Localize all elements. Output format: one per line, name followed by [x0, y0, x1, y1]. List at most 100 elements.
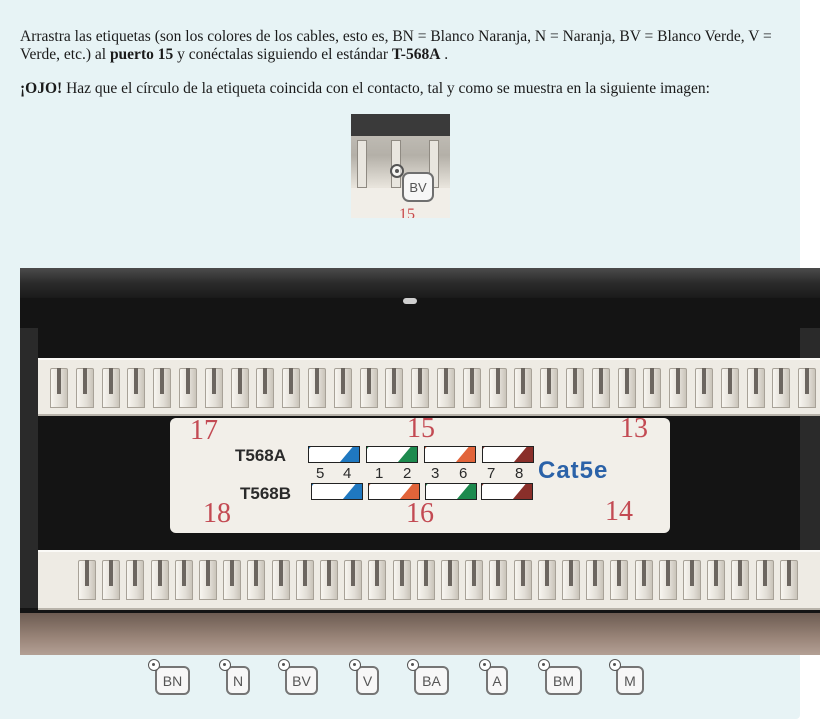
draggable-tag-bn[interactable]: BN [148, 659, 190, 695]
draggable-tag-ba[interactable]: BA [407, 659, 449, 695]
idc-slot [82, 368, 87, 394]
idc-slot [727, 368, 732, 394]
idc-slot [598, 368, 603, 394]
idc-slot [762, 560, 767, 586]
idc-slot [641, 560, 646, 586]
tag-handle-icon[interactable] [538, 659, 550, 671]
example-bezel [351, 114, 450, 136]
color-swatch-green [366, 446, 418, 463]
tag-handle-icon[interactable] [349, 659, 361, 671]
color-swatch-orange [368, 483, 420, 500]
idc-slot [676, 368, 681, 394]
instruction-text: y conéctalas siguiendo el estándar [173, 46, 392, 63]
draggable-tag-a[interactable]: A [479, 659, 508, 695]
idc-slot [544, 560, 549, 586]
idc-slot [302, 560, 307, 586]
example-target-icon [390, 164, 404, 178]
idc-contacts-bottom [38, 550, 820, 610]
tag-label: N [232, 672, 244, 689]
draggable-tag-m[interactable]: M [609, 659, 644, 695]
draggable-tag-v[interactable]: V [349, 659, 379, 695]
idc-slot [289, 368, 294, 394]
idc-slot [714, 560, 719, 586]
port-number-14: 14 [605, 496, 633, 527]
warning-emphasis: ¡OJO! [20, 80, 63, 97]
idc-slot [351, 560, 356, 586]
idc-slot [263, 368, 268, 394]
background-surface [20, 613, 820, 655]
port-emphasis: puerto 15 [109, 46, 174, 63]
idc-slot [690, 560, 694, 586]
pin-number: 2 [403, 465, 412, 482]
idc-slot [547, 368, 552, 394]
standard-b-label: T568B [240, 484, 292, 503]
idc-slot [423, 560, 428, 586]
standard-a-label: T568A [235, 446, 287, 465]
idc-slot [375, 560, 380, 586]
port-number-16: 16 [406, 498, 434, 529]
pin-number: 5 [316, 465, 325, 482]
idc-slot [108, 368, 113, 394]
idc-slot [418, 368, 423, 394]
idc-slot [573, 368, 577, 394]
tag-label: BV [292, 672, 311, 689]
tag-label: V [362, 672, 373, 689]
tag-handle-icon[interactable] [479, 659, 491, 671]
idc-slot [85, 560, 89, 586]
idc-slot [624, 368, 629, 394]
idc-slot [448, 560, 452, 586]
idc-slot [472, 560, 477, 586]
tag-handle-icon[interactable] [148, 659, 160, 671]
idc-slot [650, 368, 655, 394]
idc-slot [569, 560, 573, 586]
tag-handle-icon[interactable] [407, 659, 419, 671]
color-swatch-blue [311, 483, 363, 500]
idc-slot [133, 560, 138, 586]
panel-side [20, 328, 38, 608]
instruction-text: . [440, 46, 449, 63]
example-image: 15 BV [351, 114, 450, 218]
idc-slot [134, 368, 139, 394]
idc-slot [157, 560, 162, 586]
tag-handle-icon[interactable] [609, 659, 621, 671]
tag-handle-icon[interactable] [219, 659, 231, 671]
idc-slot [160, 368, 165, 394]
tag-handle-icon[interactable] [278, 659, 290, 671]
tag-label: M [624, 672, 636, 689]
pin-number: 7 [487, 465, 496, 482]
idc-slot [340, 368, 345, 394]
idc-slot [109, 560, 114, 586]
pin-number: 6 [459, 465, 468, 482]
color-swatch-orange [424, 446, 476, 463]
color-swatch-green [425, 483, 477, 500]
port-number-15: 15 [407, 413, 435, 444]
idc-slot [366, 368, 371, 394]
draggable-tag-bm[interactable]: BM [538, 659, 582, 695]
idc-slot [57, 368, 61, 394]
idc-slot [805, 368, 810, 394]
color-swatch-brown [481, 483, 533, 500]
idc-slot [181, 560, 186, 586]
pin-number: 8 [515, 465, 524, 482]
idc-slot [211, 368, 216, 394]
idc-slot [327, 560, 331, 586]
idc-slot [786, 560, 791, 586]
color-swatch-brown [482, 446, 534, 463]
idc-slot [665, 560, 670, 586]
pin-number: 3 [431, 465, 440, 482]
idc-slot [520, 560, 525, 586]
draggable-tag-bv[interactable]: BV [278, 659, 318, 695]
idc-slot [779, 368, 784, 394]
example-contact [357, 140, 367, 188]
idc-contacts-top [38, 358, 820, 416]
idc-slot [495, 368, 500, 394]
idc-slot [392, 368, 397, 394]
instruction-paragraph-1: Arrastra las etiquetas (son los colores … [20, 28, 780, 64]
tag-label: BM [553, 672, 574, 689]
draggable-tag-n[interactable]: N [219, 659, 250, 695]
idc-slot [593, 560, 598, 586]
tag-label: BA [422, 672, 441, 689]
idc-slot [237, 368, 242, 394]
idc-slot [206, 560, 210, 586]
tag-label: BN [162, 672, 183, 689]
